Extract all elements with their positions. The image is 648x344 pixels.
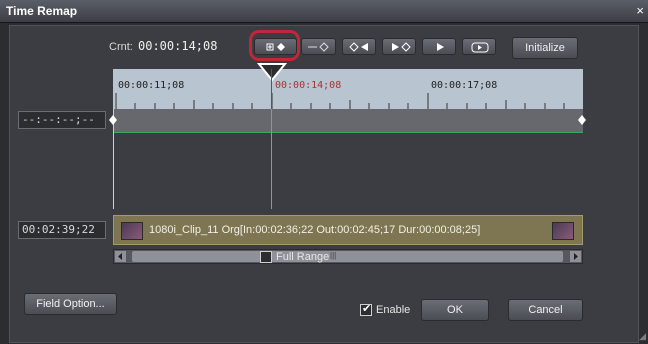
resize-grip-icon[interactable]: ◢ [639,331,646,342]
current-time-label: Crnt: [109,41,133,53]
timeline-ruler[interactable]: 00:00:11;08 00:00:14;08 00:00:17;08 [113,69,583,109]
scroll-left-icon[interactable] [115,251,126,262]
delete-keyframe-button[interactable] [301,38,336,55]
prev-keyframe-button[interactable] [342,38,376,55]
ok-button[interactable]: OK [421,299,489,321]
loop-play-button[interactable] [462,38,496,55]
scroll-thumb[interactable] [132,251,563,262]
play-button[interactable] [422,38,456,55]
full-range-checkbox[interactable] [260,251,272,263]
remap-graph-bar [113,109,583,132]
left-keyframe-icon[interactable] [108,114,118,126]
next-keyframe-icon [392,42,411,52]
clip-info: 1080i_Clip_11 Org[In:00:02:36;22 Out:00:… [149,224,481,236]
next-keyframe-button[interactable] [382,38,416,55]
right-keyframe-icon[interactable] [577,114,587,126]
checkmark-icon: ✔ [362,303,372,315]
enable-checkbox[interactable]: ✔ [360,303,372,316]
enable-label: Enable [376,304,411,316]
close-icon[interactable]: × [636,3,644,18]
clip-thumbnail-out [552,222,574,240]
ruler-ticks [115,93,565,109]
timeline-cursor [271,69,272,109]
top-timecode-field[interactable]: --:--:--;-- [18,111,106,129]
scroll-grip-icon: ||| [330,251,337,260]
playhead-marker[interactable] [257,62,287,84]
play-icon [437,43,444,51]
horizontal-scrollbar[interactable]: ||| [113,249,583,264]
clip-thumbnail-in [121,222,143,240]
current-time-value: 00:00:14;08 [138,39,218,53]
prev-keyframe-icon [349,42,368,52]
window-title: Time Remap [6,4,78,18]
bottom-timecode-field[interactable]: 00:02:39;22 [18,221,106,239]
highlight-ring [249,30,300,61]
title-bar: Time Remap × [0,0,648,23]
graph-line [113,132,583,133]
clip-bar[interactable]: 1080i_Clip_11 Org[In:00:02:36;22 Out:00:… [113,215,583,245]
field-option-button[interactable]: Field Option... [24,293,117,315]
loop-play-icon [471,42,489,53]
cancel-button[interactable]: Cancel [508,299,583,321]
graph-cursor [271,109,272,209]
scroll-right-icon[interactable] [570,251,581,262]
full-range-label: Full Range [276,251,330,263]
delete-keyframe-icon [308,42,329,52]
initialize-button[interactable]: Initialize [512,37,578,59]
time-remap-window: Time Remap × Crnt: 00:00:14;08 Initializ… [0,0,648,344]
